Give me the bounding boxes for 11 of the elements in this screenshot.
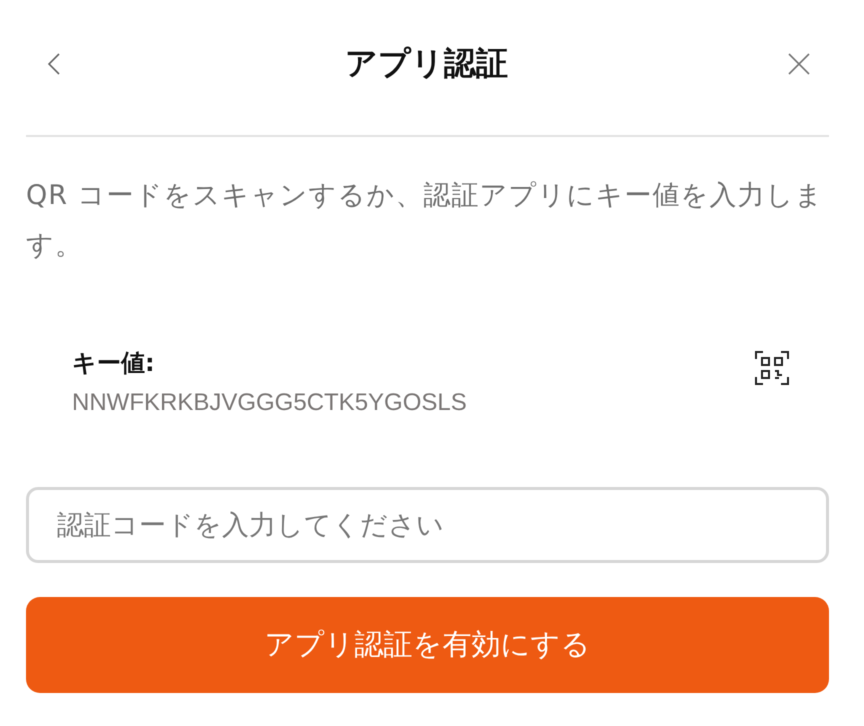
qr-code-button[interactable] — [755, 351, 789, 385]
key-label: キー値: — [72, 348, 156, 379]
verification-code-field[interactable]: 認証コードを入力してください — [26, 487, 829, 563]
window-title: アプリ認証 — [345, 42, 508, 84]
back-icon — [48, 52, 60, 74]
close-button[interactable] — [787, 52, 811, 76]
instruction-text: QR コードをスキャンするか、認証アプリにキー値を入力します。 — [26, 179, 825, 263]
enable-app-auth-button[interactable]: アプリ認証を有効にする — [26, 597, 829, 693]
qr-code-icon — [755, 351, 789, 385]
close-icon — [788, 52, 810, 74]
key-value: NNWFKRKBJVGGG5CTK5YGOSLS — [72, 389, 467, 417]
